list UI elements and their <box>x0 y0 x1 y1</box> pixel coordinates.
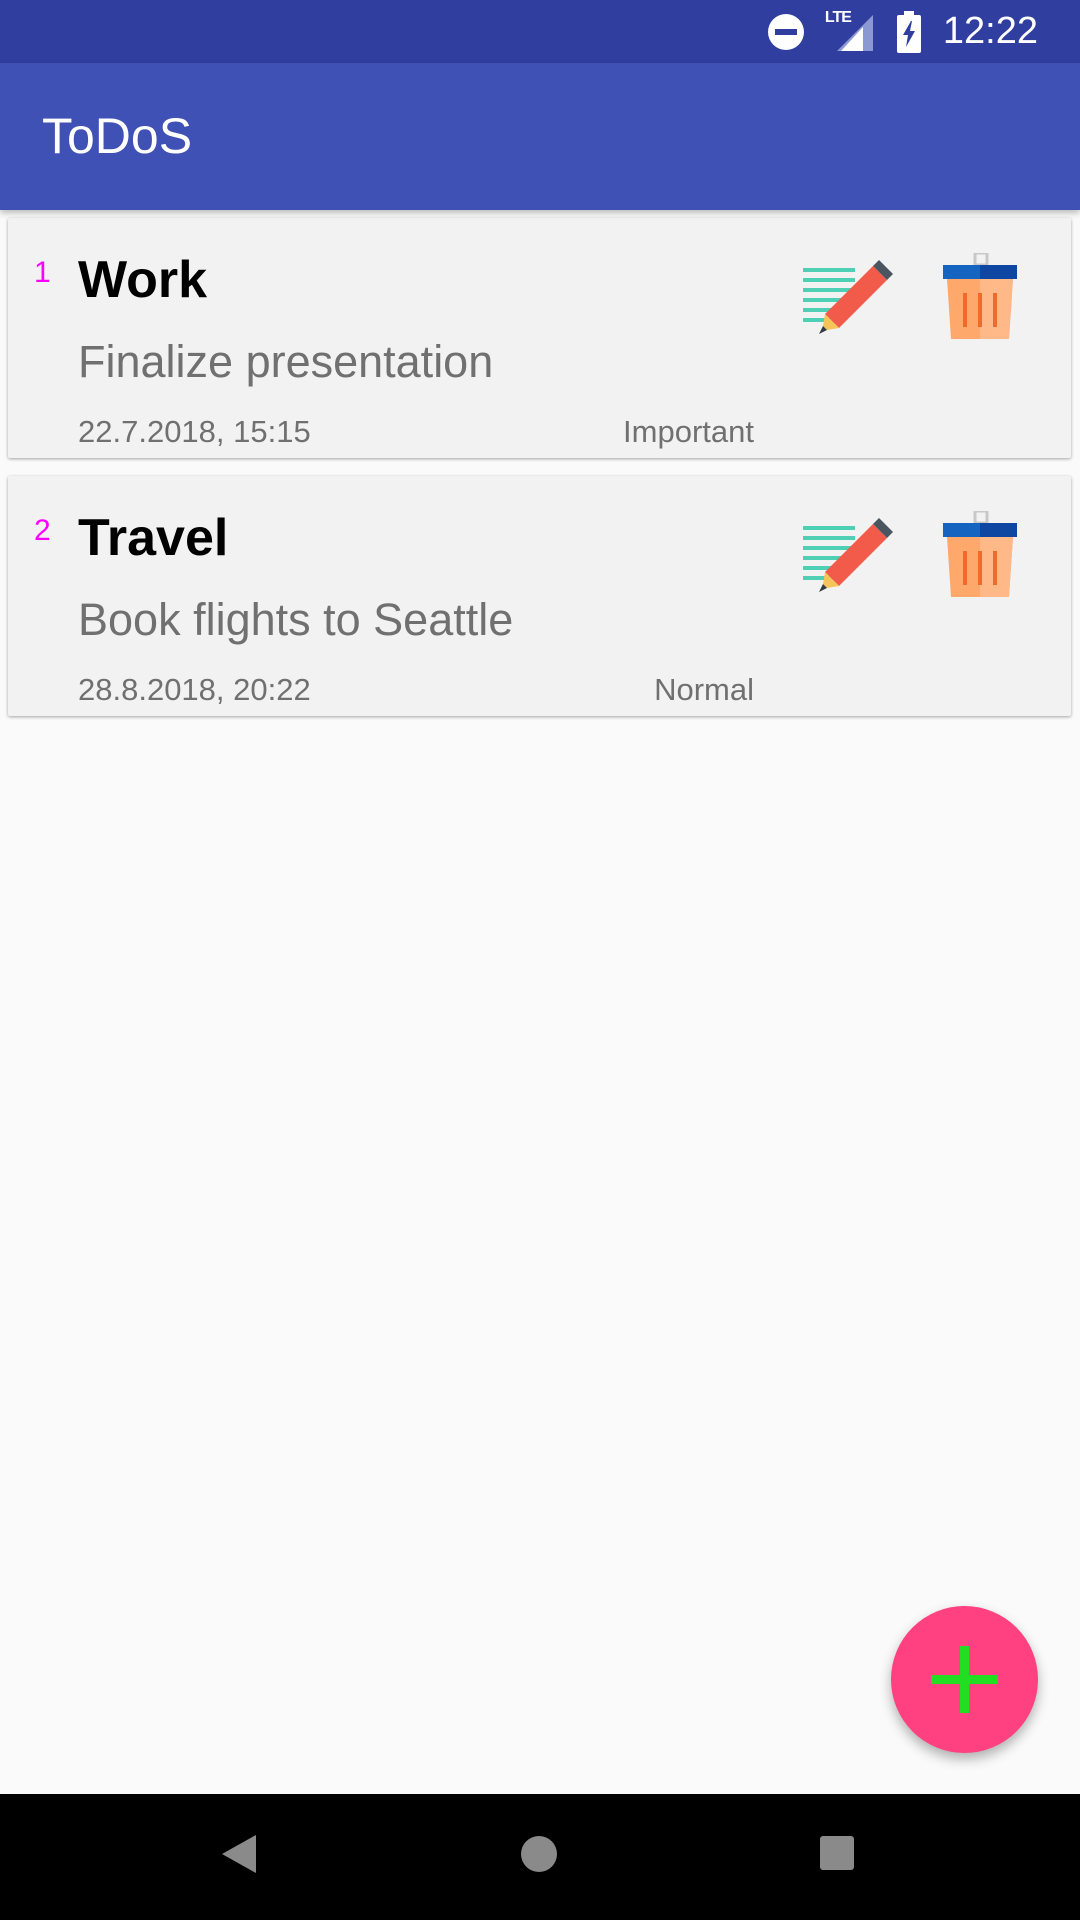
todo-card[interactable]: 2 Travel Book flights to Seattle 28.8.20… <box>8 476 1071 716</box>
lte-signal-icon: LTE <box>825 9 875 53</box>
delete-button[interactable] <box>943 509 1033 606</box>
edit-note-icon <box>803 260 893 334</box>
todo-title: Travel <box>78 509 229 567</box>
app-title: ToDoS <box>42 108 193 164</box>
todo-priority: Important <box>623 414 754 449</box>
delete-button[interactable] <box>943 251 1033 348</box>
clock: 12:22 <box>942 10 1038 52</box>
recents-icon[interactable] <box>820 1836 854 1870</box>
edit-button[interactable] <box>803 258 893 338</box>
add-todo-button[interactable] <box>891 1606 1038 1753</box>
home-icon[interactable] <box>521 1836 557 1872</box>
navigation-bar <box>0 1794 1080 1920</box>
todo-title: Work <box>78 251 208 309</box>
trash-bin-icon <box>943 509 1017 597</box>
edit-note-icon <box>803 518 893 592</box>
todo-index: 2 <box>34 514 51 547</box>
todo-datetime: 22.7.2018, 15:15 <box>78 414 311 449</box>
status-bar: LTE 12:22 <box>0 0 1080 63</box>
edit-button[interactable] <box>803 516 893 596</box>
plus-icon <box>931 1646 998 1713</box>
todo-description: Finalize presentation <box>78 336 494 387</box>
trash-bin-icon <box>943 251 1017 339</box>
todo-card[interactable]: 1 Work Finalize presentation 22.7.2018, … <box>8 218 1071 458</box>
back-icon[interactable] <box>222 1835 256 1873</box>
todo-priority: Normal <box>654 672 754 707</box>
todo-datetime: 28.8.2018, 20:22 <box>78 672 311 707</box>
status-icons: LTE 12:22 <box>767 0 1038 63</box>
app-bar: ToDoS <box>0 63 1080 210</box>
todo-description: Book flights to Seattle <box>78 594 514 645</box>
battery-charging-icon <box>896 10 921 53</box>
todo-index: 1 <box>34 256 51 289</box>
do-not-disturb-icon <box>767 13 804 50</box>
